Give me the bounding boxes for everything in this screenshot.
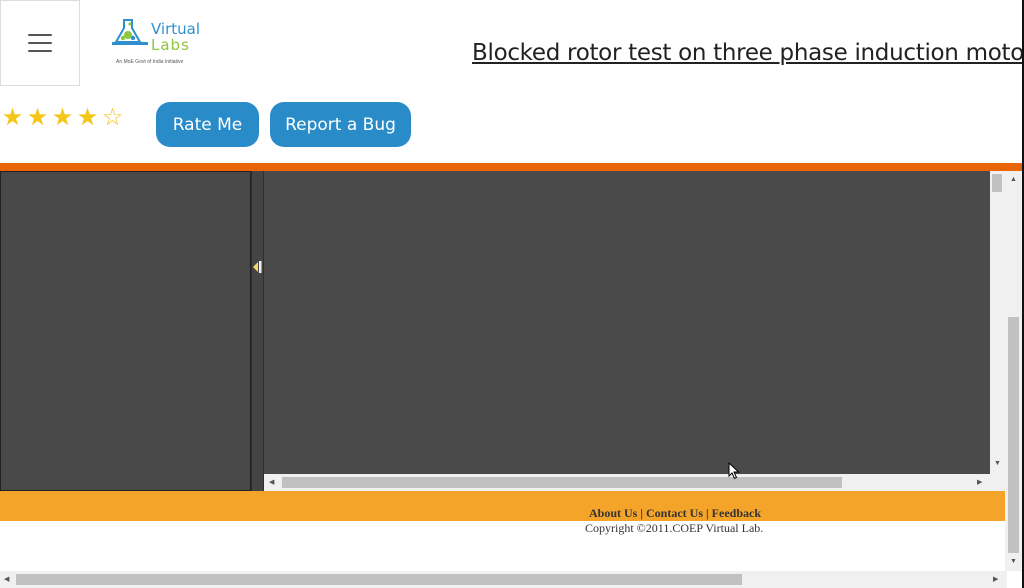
header-divider xyxy=(0,163,1022,171)
star-filled-icon[interactable]: ★ xyxy=(0,105,25,131)
footer-separator: | xyxy=(706,506,709,520)
virtual-labs-logo[interactable]: Virtual Labs An MoE Govt of India Initia… xyxy=(110,16,202,68)
star-empty-icon[interactable]: ☆ xyxy=(100,105,125,131)
flask-icon xyxy=(112,19,148,45)
copyright-text: Copyright ©2011.COEP Virtual Lab. xyxy=(585,521,764,535)
scrollbar-thumb[interactable] xyxy=(992,174,1002,192)
left-panel xyxy=(0,171,251,491)
scroll-up-icon[interactable]: ▲ xyxy=(1010,176,1017,184)
mouse-cursor-icon xyxy=(728,462,740,480)
scroll-right-icon[interactable]: ▶ xyxy=(977,479,982,487)
page-title[interactable]: Blocked rotor test on three phase induct… xyxy=(472,40,1024,66)
about-us-link[interactable]: About Us xyxy=(589,506,637,520)
scrollbar-thumb[interactable] xyxy=(16,574,742,585)
menu-button[interactable] xyxy=(0,0,80,86)
footer: About Us | Contact Us | Feedback xyxy=(0,491,1005,521)
logo-tagline: An MoE Govt of India Initiative xyxy=(116,59,184,65)
logo-text-labs: Labs xyxy=(151,36,190,54)
workspace-vertical-scrollbar[interactable]: ▲ ▼ xyxy=(990,171,1005,474)
scrollbar-thumb[interactable] xyxy=(282,477,842,488)
feedback-link[interactable]: Feedback xyxy=(712,506,761,520)
page: Virtual Labs An MoE Govt of India Initia… xyxy=(0,0,1024,588)
scrollbar-corner xyxy=(990,474,1005,491)
scrollbar-thumb[interactable] xyxy=(1008,317,1019,553)
contact-us-link[interactable]: Contact Us xyxy=(646,506,703,520)
page-vertical-scrollbar[interactable]: ▲ ▼ xyxy=(1005,171,1022,571)
report-bug-button[interactable]: Report a Bug xyxy=(270,102,411,147)
rate-me-button[interactable]: Rate Me xyxy=(156,102,259,147)
page-horizontal-scrollbar[interactable]: ◀ ▶ xyxy=(0,571,1007,588)
footer-links: About Us | Contact Us | Feedback xyxy=(589,506,761,521)
hamburger-icon xyxy=(28,34,52,52)
collapse-left-icon[interactable] xyxy=(252,259,264,275)
panel-splitter[interactable] xyxy=(251,171,264,491)
star-filled-icon[interactable]: ★ xyxy=(50,105,75,131)
scroll-right-icon[interactable]: ▶ xyxy=(993,576,998,584)
scroll-left-icon[interactable]: ◀ xyxy=(4,576,9,584)
footer-separator: | xyxy=(640,506,644,520)
scroll-left-icon[interactable]: ◀ xyxy=(269,479,274,487)
simulation-workspace[interactable] xyxy=(264,171,990,474)
workspace-horizontal-scrollbar[interactable]: ◀ ▶ xyxy=(264,474,990,491)
star-filled-icon[interactable]: ★ xyxy=(75,105,100,131)
scroll-down-icon[interactable]: ▼ xyxy=(1010,558,1017,566)
scroll-down-icon[interactable]: ▼ xyxy=(994,460,1001,468)
star-rating[interactable]: ★ ★ ★ ★ ☆ xyxy=(0,105,125,131)
star-filled-icon[interactable]: ★ xyxy=(25,105,50,131)
